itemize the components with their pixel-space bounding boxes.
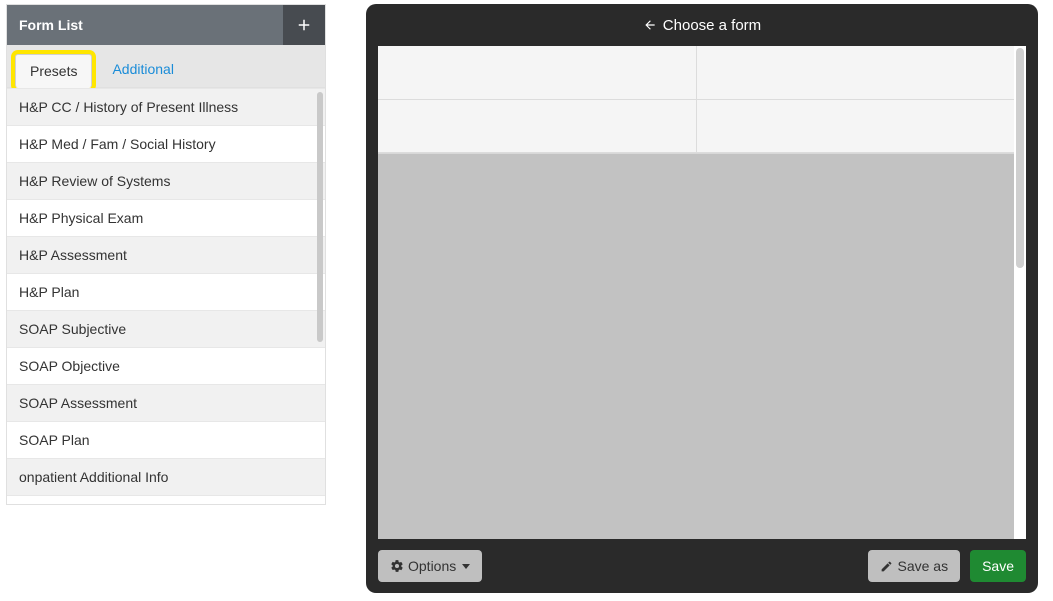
table-cell[interactable] <box>378 46 697 100</box>
save-button[interactable]: Save <box>970 550 1026 582</box>
editor-canvas-wrap <box>366 46 1038 539</box>
list-item[interactable]: onpatient Additional Info <box>7 459 325 496</box>
options-button[interactable]: Options <box>378 550 482 582</box>
form-list-title: Form List <box>7 5 283 45</box>
editor-footer: Options Save as Save <box>366 539 1038 593</box>
table-cell[interactable] <box>697 46 1015 100</box>
list-item[interactable]: H&P Physical Exam <box>7 200 325 237</box>
add-form-button[interactable] <box>283 5 325 45</box>
pencil-icon <box>880 560 893 573</box>
plus-icon <box>295 16 313 34</box>
chevron-down-icon <box>462 564 470 569</box>
list-item[interactable]: H&P Assessment <box>7 237 325 274</box>
table-cell[interactable] <box>378 100 697 153</box>
list-item[interactable]: H&P CC / History of Present Illness <box>7 89 325 126</box>
choose-form-link[interactable]: Choose a form <box>366 4 1038 46</box>
gear-icon <box>390 559 404 573</box>
editor-canvas[interactable] <box>378 46 1014 539</box>
save-as-label: Save as <box>897 558 948 574</box>
options-label: Options <box>408 558 456 574</box>
footer-right-group: Save as Save <box>868 550 1026 582</box>
list-item[interactable]: H&P Plan <box>7 274 325 311</box>
list-item[interactable]: H&P Med / Fam / Social History <box>7 126 325 163</box>
tab-presets[interactable]: Presets <box>15 54 92 88</box>
form-list-panel: Form List Presets Additional H&P CC / Hi… <box>6 4 326 505</box>
arrow-left-icon <box>643 18 657 32</box>
editor-scrollbar[interactable] <box>1014 46 1026 539</box>
list-item[interactable]: SOAP Objective <box>7 348 325 385</box>
list-item[interactable]: H&P Review of Systems <box>7 163 325 200</box>
scrollbar-thumb[interactable] <box>317 92 323 342</box>
scrollbar-thumb[interactable] <box>1016 48 1024 268</box>
list-item[interactable]: SOAP Assessment <box>7 385 325 422</box>
form-list-scroll-area: H&P CC / History of Present Illness H&P … <box>7 88 325 504</box>
form-list-header: Form List <box>7 5 325 45</box>
list-item[interactable]: SOAP Plan <box>7 422 325 459</box>
save-label: Save <box>982 558 1014 574</box>
table-cell[interactable] <box>697 100 1015 153</box>
table-row <box>378 100 1014 154</box>
form-editor-panel: Choose a form Options <box>366 4 1038 593</box>
tab-additional[interactable]: Additional <box>98 53 188 87</box>
save-as-button[interactable]: Save as <box>868 550 960 582</box>
list-item[interactable]: SOAP Subjective <box>7 311 325 348</box>
form-list: H&P CC / History of Present Illness H&P … <box>7 88 325 496</box>
table-row <box>378 46 1014 100</box>
form-list-tabs: Presets Additional <box>7 45 325 88</box>
choose-form-label: Choose a form <box>663 17 761 34</box>
form-list-scrollbar[interactable] <box>315 88 325 504</box>
